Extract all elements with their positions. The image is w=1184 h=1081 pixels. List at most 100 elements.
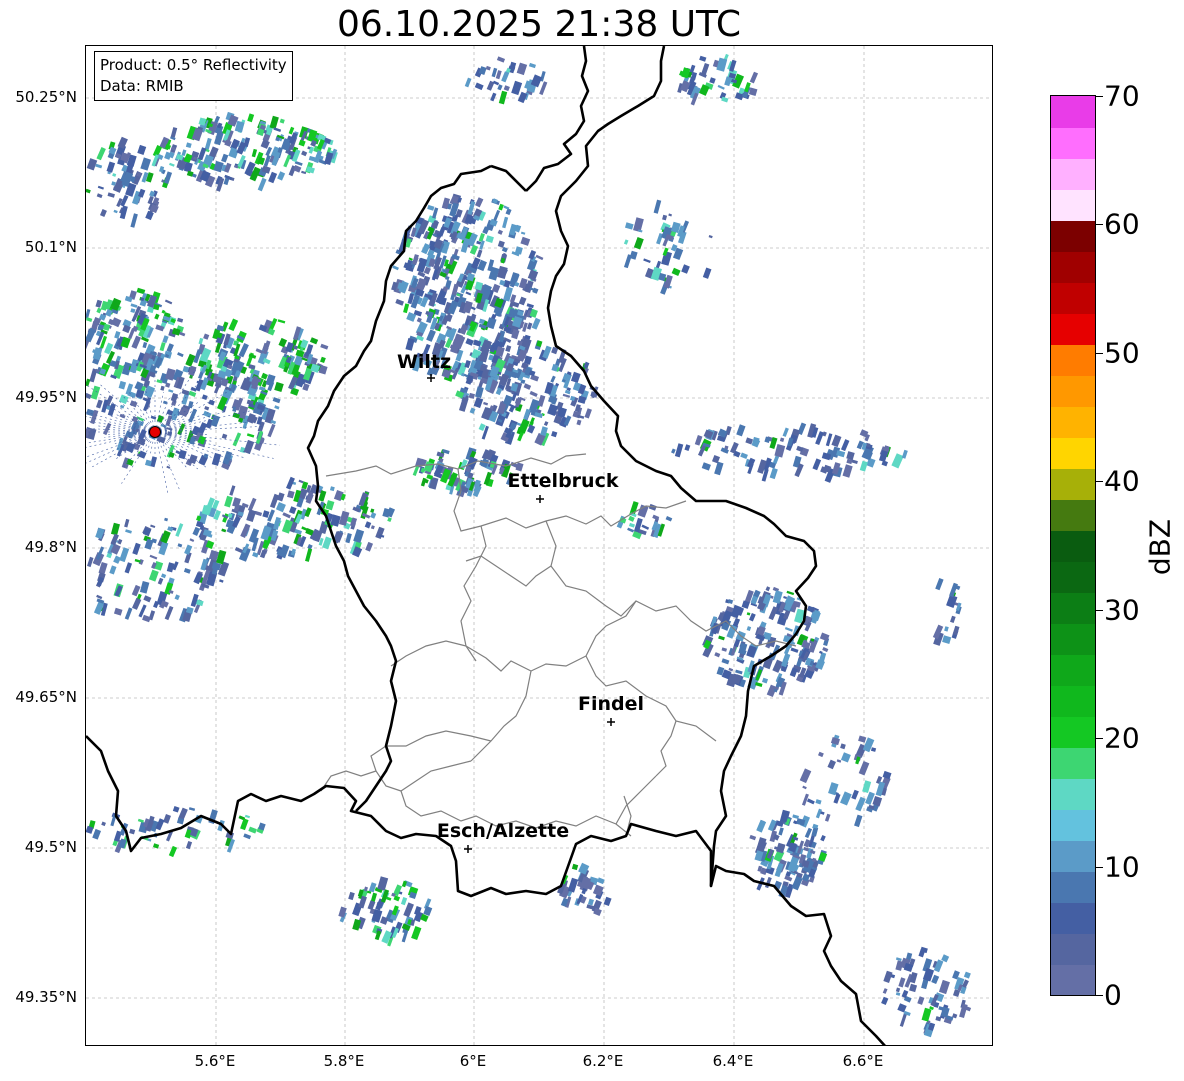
echo-pixel — [779, 437, 785, 443]
colorbar-segment — [1051, 623, 1095, 655]
radar-site-marker[interactable] — [149, 426, 161, 438]
echo-pixel — [840, 439, 850, 452]
echo-pixel — [117, 538, 123, 545]
echo-pixel — [142, 342, 148, 349]
echo-pixel — [778, 827, 784, 836]
echo-pixel — [822, 647, 829, 653]
city-markers — [427, 374, 615, 853]
colorbar-tick-label: 30 — [1104, 593, 1140, 627]
echo-pixel — [119, 394, 129, 405]
echo-pixel — [633, 237, 644, 250]
colorbar-tick-label: 0 — [1104, 978, 1122, 1012]
echo-pixel — [143, 595, 152, 603]
colorbar-segment — [1051, 716, 1095, 748]
colorbar-segment — [1051, 964, 1095, 995]
echo-pixel — [247, 113, 255, 123]
echo-pixel — [177, 317, 184, 323]
echo-pixel — [465, 338, 474, 346]
echo-pixel — [935, 577, 944, 591]
echo-pixel — [320, 343, 329, 350]
map-title: 06.10.2025 21:38 UTC — [336, 4, 742, 45]
echo-pixel — [395, 298, 404, 306]
echo-pixel — [550, 375, 556, 383]
echo-pixel — [322, 536, 332, 550]
echo-pixel — [174, 594, 180, 601]
echo-pixel — [175, 523, 184, 537]
colorbar-segment — [1051, 158, 1095, 190]
echo-pixel — [485, 65, 491, 71]
echo-pixel — [401, 880, 408, 888]
echo-pixel — [497, 265, 508, 279]
echo-pixel — [246, 433, 255, 438]
echo-pixel — [189, 538, 195, 543]
echo-pixel — [901, 449, 908, 459]
echo-pixel — [95, 527, 105, 540]
echo-pixel — [784, 627, 793, 632]
echo-pixel — [255, 348, 264, 354]
echo-pixel — [188, 408, 198, 423]
echo-pixel — [854, 814, 863, 828]
esch-marker — [464, 845, 472, 853]
map-canvas — [86, 46, 992, 1045]
echo-pixel — [164, 517, 169, 522]
echo-pixel — [796, 658, 803, 667]
echo-pixel — [702, 267, 712, 279]
echo-pixel — [699, 55, 707, 62]
colorbar-tick-label: 20 — [1104, 721, 1140, 755]
echo-pixel — [468, 392, 476, 399]
echo-pixel — [170, 393, 179, 402]
echo-pixel — [192, 526, 201, 536]
colorbar-tick-label: 60 — [1104, 207, 1140, 241]
echo-pixel — [665, 516, 673, 522]
echo-pixel — [505, 345, 512, 353]
echo-pixel — [895, 987, 901, 993]
echo-pixel — [232, 432, 242, 447]
echo-pixel — [543, 421, 549, 427]
echo-pixel — [493, 209, 501, 221]
echo-pixel — [269, 115, 279, 130]
echo-pixel — [772, 455, 780, 465]
echo-pixel — [781, 653, 791, 668]
echo-pixel — [537, 394, 546, 407]
colorbar-segment — [1051, 778, 1095, 810]
echo-pixel — [96, 594, 103, 600]
echo-pixel — [539, 81, 548, 96]
echo-pixel — [714, 461, 724, 476]
echo-pixel — [831, 434, 842, 448]
echo-pixel — [118, 380, 127, 390]
city-label-ettelbruck: Ettelbruck — [507, 470, 619, 492]
colorbar-segment — [1051, 344, 1095, 376]
echo-pixel — [262, 510, 270, 518]
radar-echoes — [86, 53, 972, 1038]
echo-pixel — [736, 424, 746, 437]
echo-pixel — [520, 236, 531, 246]
echo-pixel — [157, 577, 164, 585]
lon-tick-label: 6.2°E — [582, 1052, 624, 1070]
echo-pixel — [96, 146, 106, 161]
echo-pixel — [377, 876, 389, 891]
echo-pixel — [765, 586, 771, 592]
echo-pixel — [142, 614, 151, 623]
echo-pixel — [733, 638, 741, 648]
echo-pixel — [111, 317, 122, 328]
echo-pixel — [228, 318, 239, 332]
echo-pixel — [198, 337, 204, 345]
colorbar-segment — [1051, 220, 1095, 252]
echo-pixel — [320, 356, 326, 364]
colorbar-segment — [1051, 747, 1095, 779]
echo-pixel — [511, 80, 523, 96]
echo-pixel — [469, 244, 479, 255]
echo-pixel — [211, 452, 222, 466]
echo-pixel — [503, 205, 510, 210]
map-panel[interactable] — [85, 45, 993, 1046]
colorbar-segment — [1051, 685, 1095, 717]
echo-pixel — [708, 235, 713, 239]
colorbar-segment — [1051, 530, 1095, 562]
echo-pixel — [150, 524, 156, 529]
echo-pixel — [137, 144, 147, 155]
echo-pixel — [628, 515, 635, 522]
echo-pixel — [643, 258, 651, 264]
wiltz-marker — [427, 374, 435, 382]
colorbar-segment — [1051, 313, 1095, 345]
echo-pixel — [882, 988, 888, 994]
